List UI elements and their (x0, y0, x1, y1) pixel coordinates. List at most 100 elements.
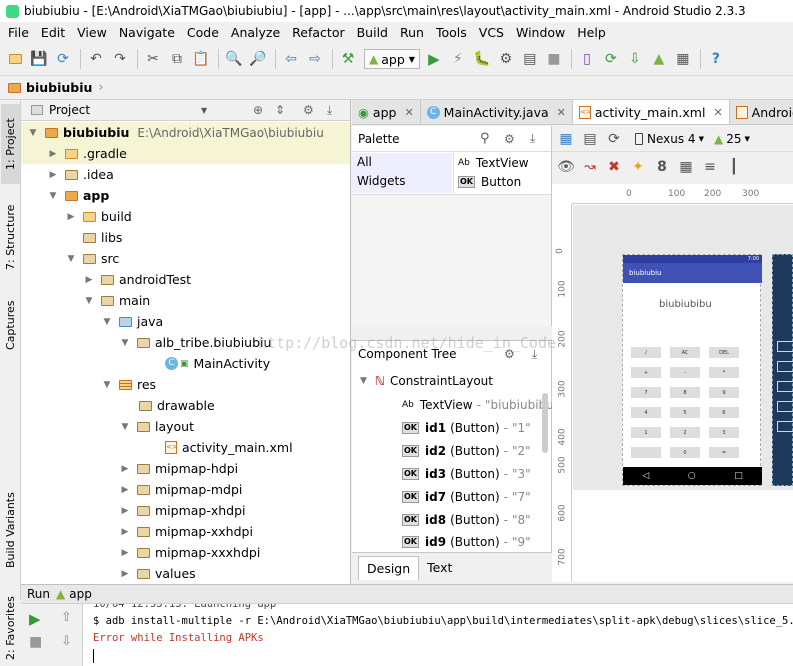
calc-button[interactable] (631, 447, 661, 458)
infer-constraints-icon[interactable]: ✦ (627, 156, 649, 178)
scroll-up-icon[interactable]: ⇧ (61, 610, 72, 625)
tree-row-activity-main[interactable]: <> activity_main.xml (21, 437, 293, 458)
blueprint-preview[interactable] (772, 254, 793, 486)
tab-androidmanifest[interactable]: AndroidM (730, 100, 793, 124)
search-icon[interactable]: ⚲ (480, 131, 490, 146)
tree-row-gradle[interactable]: ▶ .gradle (21, 143, 350, 164)
tree-row-mipmap-hdpi[interactable]: ▶ mipmap-hdpi (21, 458, 239, 479)
attach-debugger-icon[interactable]: ▤ (519, 48, 541, 70)
menu-window[interactable]: Window (510, 22, 571, 43)
menu-code[interactable]: Code (181, 22, 225, 43)
tree-row-idea[interactable]: ▶ .idea (21, 164, 114, 185)
tab-activity-main[interactable]: <> activity_main.xml ✕ (572, 100, 730, 124)
copy-icon[interactable]: ⧉ (166, 48, 188, 70)
rerun-icon[interactable]: ▶ (29, 610, 41, 628)
tab-text[interactable]: Text (419, 556, 460, 579)
help-icon[interactable]: ? (705, 48, 727, 70)
tree-row-res[interactable]: ▼ res (21, 374, 157, 395)
tree-item-id3[interactable]: OK id3 (Button) - "3" (402, 462, 531, 485)
stop-icon[interactable]: ■ (543, 48, 565, 70)
tree-row-mipmap-xxhdpi[interactable]: ▶ mipmap-xxhdpi (21, 521, 253, 542)
design-view-icon[interactable]: ▦ (555, 128, 577, 150)
calc-button[interactable]: 4 (631, 407, 661, 418)
tree-row-libs[interactable]: libs (21, 227, 122, 248)
tab-mainactivity[interactable]: C MainActivity.java ✕ (421, 100, 573, 124)
run-config-selector[interactable]: ▲ app ▼ (364, 49, 420, 69)
save-icon[interactable]: 💾 (28, 48, 50, 70)
calc-button[interactable]: * (709, 367, 739, 378)
calc-button[interactable]: 5 (670, 407, 700, 418)
find-icon[interactable]: 🔍 (223, 48, 245, 70)
paste-icon[interactable]: 📋 (190, 48, 212, 70)
undo-icon[interactable]: ↶ (85, 48, 107, 70)
tree-row-mainactivity[interactable]: C ▣ MainActivity (21, 353, 270, 374)
menu-analyze[interactable]: Analyze (225, 22, 286, 43)
menu-vcs[interactable]: VCS (473, 22, 510, 43)
menu-tools[interactable]: Tools (430, 22, 473, 43)
phone-preview[interactable]: 7:00 biubiubiu biubiubibu / AC DEL + - *… (622, 254, 762, 486)
menu-file[interactable]: File (2, 22, 35, 43)
forward-icon[interactable]: ⇨ (304, 48, 326, 70)
calc-button[interactable]: 0 (670, 447, 700, 458)
palette-category-widgets[interactable]: Widgets (357, 172, 452, 191)
run-console[interactable]: 10/04 12:53:13: Launching app $ adb inst… (83, 604, 793, 666)
calc-button[interactable]: 7 (631, 387, 661, 398)
cut-icon[interactable]: ✂ (142, 48, 164, 70)
tree-row-package[interactable]: ▼ alb_tribe.biubiubiu (21, 332, 272, 353)
tree-row-layout[interactable]: ▼ layout (21, 416, 194, 437)
home-nav-icon[interactable]: ○ (688, 471, 696, 481)
menu-help[interactable]: Help (571, 22, 612, 43)
tree-root-constraintlayout[interactable]: ▼ ℕ ConstraintLayout (360, 370, 493, 392)
orientation-icon[interactable]: ⟳ (603, 128, 625, 150)
calc-button[interactable]: 8 (670, 387, 700, 398)
tree-row-root[interactable]: ▼ biubiubiu E:\Android\XiaTMGao\biubiubi… (21, 122, 350, 143)
avd-manager-icon[interactable]: ▯ (576, 48, 598, 70)
calc-button[interactable]: 6 (709, 407, 739, 418)
calc-button[interactable]: - (670, 367, 700, 378)
calc-button[interactable]: 1 (631, 427, 661, 438)
close-icon[interactable]: ✕ (404, 106, 413, 119)
close-icon[interactable]: ✕ (713, 106, 722, 119)
recents-nav-icon[interactable]: □ (734, 471, 743, 481)
tree-item-id1[interactable]: OK id1 (Button) - "1" (402, 416, 531, 439)
tab-favorites[interactable]: 2: Favorites (1, 590, 20, 666)
gear-icon[interactable]: ⚙ (303, 103, 314, 117)
back-icon[interactable]: ⇦ (280, 48, 302, 70)
monitor-icon[interactable]: ▲ (648, 48, 670, 70)
close-icon[interactable]: ✕ (557, 106, 566, 119)
tab-design[interactable]: Design (358, 555, 420, 580)
api-selector[interactable]: ▲ 25 ▼ (714, 132, 750, 146)
tree-row-androidtest[interactable]: ▶ androidTest (21, 269, 192, 290)
tree-row-mipmap-xhdpi[interactable]: ▶ mipmap-xhdpi (21, 500, 246, 521)
tree-row-build[interactable]: ▶ build (21, 206, 132, 227)
tab-project[interactable]: 1: Project (1, 104, 20, 184)
project-structure-icon[interactable]: ▦ (672, 48, 694, 70)
collapse-icon[interactable]: ⇕ (275, 103, 285, 117)
device-selector[interactable]: Nexus 4 ▼ (635, 132, 704, 146)
calc-button[interactable]: 2 (670, 427, 700, 438)
palette-item-button[interactable]: OK Button (458, 172, 551, 191)
back-nav-icon[interactable]: ◁ (642, 471, 649, 481)
tree-item-id9[interactable]: OK id9 (Button) - "9" (402, 531, 531, 553)
tab-build-variants[interactable]: Build Variants (1, 480, 20, 580)
tree-item-textview[interactable]: Ab TextView - "biubiubibu (402, 393, 554, 416)
tree-row-mipmap-mdpi[interactable]: ▶ mipmap-mdpi (21, 479, 243, 500)
tree-row-java[interactable]: ▼ java (21, 311, 164, 332)
tree-row-values[interactable]: ▶ values (21, 563, 196, 584)
tab-app[interactable]: ◉ app ✕ (352, 100, 421, 124)
profile-icon[interactable]: ⚙ (495, 48, 517, 70)
apply-changes-icon[interactable]: ⚡ (447, 48, 469, 70)
pack-icon[interactable]: ▦ (675, 156, 697, 178)
open-folder-icon[interactable] (4, 48, 26, 70)
calc-button[interactable]: 3 (709, 427, 739, 438)
calc-button[interactable]: / (631, 347, 661, 358)
run-icon[interactable]: ▶ (423, 48, 445, 70)
component-tree-scrollbar[interactable] (542, 393, 548, 453)
menu-navigate[interactable]: Navigate (113, 22, 181, 43)
calc-button[interactable]: DEL (709, 347, 739, 358)
hide-icon[interactable]: ⤓ (530, 131, 535, 146)
sdk-manager-icon[interactable]: ⇩ (624, 48, 646, 70)
tree-row-drawable[interactable]: drawable (21, 395, 215, 416)
menu-build[interactable]: Build (351, 22, 394, 43)
menu-run[interactable]: Run (394, 22, 430, 43)
